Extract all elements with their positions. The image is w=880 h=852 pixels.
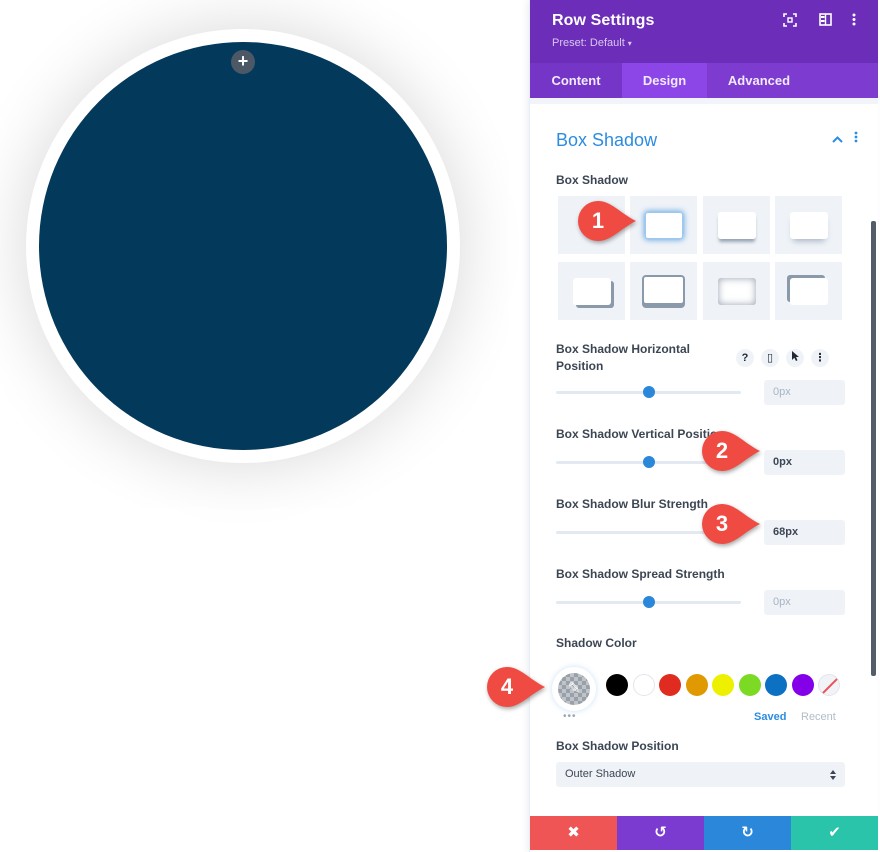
caret-down-icon: ▾ xyxy=(627,39,632,48)
shadow-position-select[interactable]: Outer Shadow xyxy=(556,762,845,787)
slider-thumb[interactable] xyxy=(642,386,655,398)
callout-1: 1 xyxy=(578,201,636,241)
preset-soft-bottom-preview xyxy=(790,212,828,239)
row-circle-outer[interactable] xyxy=(26,29,460,463)
slider-thumb[interactable] xyxy=(642,456,655,468)
section-more-icon[interactable] xyxy=(854,130,858,146)
save-button[interactable]: ✔ xyxy=(791,816,878,850)
color-swatch[interactable] xyxy=(606,674,628,696)
color-more-icon[interactable]: ••• xyxy=(563,711,577,722)
cancel-button[interactable]: ✖ xyxy=(530,816,617,850)
preset-top-left[interactable] xyxy=(775,262,842,320)
panel-tabs: Content Design Advanced xyxy=(530,63,878,98)
color-swatch[interactable] xyxy=(632,674,655,696)
tab-design[interactable]: Design xyxy=(622,63,707,98)
collapse-chevron-icon[interactable] xyxy=(832,132,843,146)
callout-number: 2 xyxy=(715,438,729,463)
sidebar-layout-icon[interactable] xyxy=(816,13,834,31)
shadow-position-value: Outer Shadow xyxy=(565,768,636,780)
preset-label: Preset: Default xyxy=(552,37,625,49)
responsive-device-icon[interactable]: ▯ xyxy=(761,349,779,367)
preset-inner-preview xyxy=(718,278,756,305)
callout-number: 4 xyxy=(500,674,514,699)
builder-canvas: + xyxy=(0,0,529,852)
preset-glow[interactable] xyxy=(630,196,697,254)
spread-strength-label: Box Shadow Spread Strength xyxy=(556,567,725,581)
preset-bottom[interactable] xyxy=(703,196,770,254)
help-icon[interactable]: ? xyxy=(736,349,754,367)
spread-strength-input[interactable]: 0px xyxy=(764,590,845,615)
preset-bottom-right-preview xyxy=(573,278,611,305)
preset-bottom-preview xyxy=(718,212,756,239)
callout-number: 3 xyxy=(715,511,729,536)
redo-button[interactable]: ↻ xyxy=(704,816,791,850)
shadow-position-label: Box Shadow Position xyxy=(556,739,679,753)
tab-content[interactable]: Content xyxy=(530,63,622,98)
hover-cursor-icon[interactable] xyxy=(786,349,804,367)
preset-outline-bottom[interactable] xyxy=(630,262,697,320)
color-swatch[interactable] xyxy=(685,674,708,696)
recent-colors-tab[interactable]: Recent xyxy=(801,711,836,723)
callout-3: 3 xyxy=(702,504,760,544)
vertical-position-input[interactable]: 0px xyxy=(764,450,845,475)
panel-scrollbar[interactable] xyxy=(871,221,876,676)
preset-inner[interactable] xyxy=(703,262,770,320)
callout-number: 1 xyxy=(591,208,605,233)
callout-2: 2 xyxy=(702,431,760,471)
section-title[interactable]: Box Shadow xyxy=(556,130,657,151)
color-swatch[interactable] xyxy=(791,674,814,696)
shadow-color-label: Shadow Color xyxy=(556,636,637,650)
preset-dropdown[interactable]: Preset: Default ▾ xyxy=(552,37,632,49)
field-more-icon[interactable]: ⋮ xyxy=(811,349,829,367)
color-swatch[interactable] xyxy=(659,674,681,696)
preset-soft-bottom[interactable] xyxy=(775,196,842,254)
more-vertical-icon[interactable] xyxy=(845,13,863,31)
undo-button[interactable]: ↺ xyxy=(617,816,704,850)
color-swatch[interactable] xyxy=(765,674,787,696)
eyedropper-icon: ✎ xyxy=(558,673,590,705)
swatch-transparent[interactable] xyxy=(818,674,840,696)
horizontal-position-label: Box Shadow Horizontal Position xyxy=(556,342,691,373)
preset-bottom-right[interactable] xyxy=(558,262,625,320)
add-module-button[interactable]: + xyxy=(231,50,255,74)
tab-advanced[interactable]: Advanced xyxy=(707,63,811,98)
vertical-position-label: Box Shadow Vertical Position xyxy=(556,427,725,441)
preset-top-left-preview xyxy=(790,278,828,305)
panel-title: Row Settings xyxy=(552,12,655,29)
row-settings-panel: Row Settings Preset: Default ▾ Content De… xyxy=(529,0,878,852)
panel-footer: ✖ ↺ ↻ ✔ xyxy=(530,816,878,850)
expand-icon[interactable] xyxy=(781,13,799,31)
spread-strength-slider[interactable] xyxy=(556,596,741,608)
saved-colors-tab[interactable]: Saved xyxy=(754,711,786,723)
color-swatch[interactable] xyxy=(738,674,761,696)
horizontal-position-slider[interactable] xyxy=(556,386,741,398)
preset-outline-bottom-preview xyxy=(642,275,685,305)
panel-header: Row Settings Preset: Default ▾ xyxy=(530,0,878,63)
field-controls: ? ▯ ⋮ xyxy=(736,349,836,367)
preset-glow-preview xyxy=(645,212,683,239)
box-shadow-label: Box Shadow xyxy=(556,173,629,187)
callout-4: 4 xyxy=(487,667,545,707)
color-swatch[interactable] xyxy=(712,674,734,696)
horizontal-position-input[interactable]: 0px xyxy=(764,380,845,405)
select-arrows-icon xyxy=(830,762,836,790)
slider-thumb[interactable] xyxy=(642,596,655,608)
blur-strength-label: Box Shadow Blur Strength xyxy=(556,497,709,511)
blur-strength-input[interactable]: 68px xyxy=(764,520,845,545)
color-picker-button[interactable]: ✎ xyxy=(552,667,596,711)
row-circle-inner[interactable] xyxy=(39,42,447,450)
